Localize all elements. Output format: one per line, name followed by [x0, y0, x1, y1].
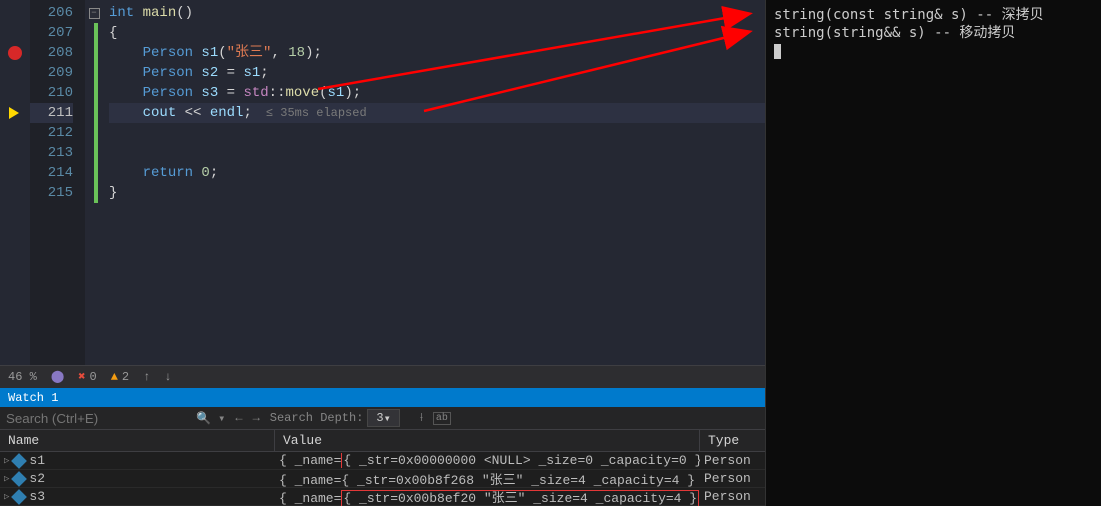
watch-var-type: Person [700, 453, 765, 468]
expand-icon[interactable]: ▷ [4, 492, 9, 502]
line-number[interactable]: 210 [30, 83, 73, 103]
expand-icon[interactable]: ▷ [4, 456, 9, 466]
code-line[interactable]: Person s2 = s1; [109, 63, 765, 83]
watch-var-value: { _name={ _str=0x00b8ef20 "张三" _size=4 _… [275, 487, 700, 506]
no-issues-icon: ⬤ [51, 369, 64, 384]
search-icon[interactable]: 🔍 ▾ [196, 411, 225, 426]
console-line: string(string&& s) -- 移动拷贝 [774, 24, 1093, 42]
watch-search-bar: 🔍 ▾ ← → Search Depth: 3 ▾ ⟊ ab [0, 407, 765, 430]
line-number[interactable]: 212 [30, 123, 73, 143]
line-numbers: 206207208209210211212213214215 [30, 0, 85, 365]
watch-col-value[interactable]: Value [275, 430, 700, 451]
warnings-number: 2 [122, 370, 129, 384]
code-editor[interactable]: int main(){ Person s1("张三", 18); Person … [103, 0, 765, 365]
line-number[interactable]: 215 [30, 183, 73, 203]
nav-down-icon[interactable]: ↓ [164, 370, 171, 384]
toolbar-icon-1[interactable]: ⟊ [420, 411, 423, 425]
watch-row[interactable]: ▷ s1 { _name={ _str=0x00000000 <NULL> _siz… [0, 452, 765, 470]
watch-var-value: { _name={ _str=0x00000000 <NULL> _size=0… [275, 453, 700, 468]
search-depth-label: Search Depth: [270, 411, 364, 425]
code-line[interactable] [109, 123, 765, 143]
watch-var-name: s1 [29, 453, 45, 468]
line-number[interactable]: 211 [30, 103, 73, 123]
watch-var-name: s2 [29, 471, 45, 486]
line-number[interactable]: 206 [30, 3, 73, 23]
highlighted-value: { _str=0x00b8ef20 "张三" _size=4 _capacity… [341, 490, 699, 506]
code-line[interactable]: Person s1("张三", 18); [109, 43, 765, 63]
fold-column: − [85, 0, 103, 365]
watch-var-name: s3 [29, 489, 45, 504]
fold-toggle-icon[interactable]: − [89, 8, 100, 19]
line-number[interactable]: 207 [30, 23, 73, 43]
variable-icon [12, 471, 28, 487]
console-output: string(const string& s) -- 深拷贝string(str… [765, 0, 1101, 506]
highlighted-value: { _str=0x00000000 <NULL> _size=0 _capaci… [341, 453, 700, 468]
watch-col-type[interactable]: Type [700, 430, 765, 451]
expand-icon[interactable]: ▷ [4, 474, 9, 484]
line-number[interactable]: 209 [30, 63, 73, 83]
console-cursor [774, 44, 781, 59]
watch-row[interactable]: ▷ s2 { _name={ _str=0x00b8f268 "张三" _size=… [0, 470, 765, 488]
watch-panel-header[interactable]: Watch 1 [0, 388, 765, 407]
variable-icon [12, 489, 28, 505]
line-number[interactable]: 208 [30, 43, 73, 63]
watch-var-type: Person [700, 471, 765, 486]
breakpoint-icon[interactable] [8, 46, 22, 60]
perf-elapsed: ≤ 35ms elapsed [252, 106, 367, 120]
watch-var-type: Person [700, 489, 765, 504]
watch-var-value: { _name={ _str=0x00b8f268 "张三" _size=4 _… [275, 469, 700, 488]
code-line[interactable]: Person s3 = std::move(s1); [109, 83, 765, 103]
nav-fwd-icon[interactable]: → [253, 411, 260, 425]
errors-number: 0 [89, 370, 96, 384]
console-line: string(const string& s) -- 深拷贝 [774, 6, 1093, 24]
code-line[interactable]: int main() [109, 3, 765, 23]
nav-back-icon[interactable]: ← [235, 411, 242, 425]
watch-col-name[interactable]: Name [0, 430, 275, 451]
error-count[interactable]: ✖0 [78, 369, 96, 384]
variable-icon [12, 453, 28, 469]
search-depth-value[interactable]: 3 ▾ [367, 409, 399, 427]
watch-search-input[interactable] [6, 411, 186, 426]
toolbar-icon-2[interactable]: ab [433, 412, 451, 425]
nav-up-icon[interactable]: ↑ [143, 370, 150, 384]
status-bar: 46 % ⬤ ✖0 ▲2 ↑ ↓ [0, 365, 765, 388]
zoom-level[interactable]: 46 % [8, 370, 37, 384]
execution-pointer-icon [9, 107, 19, 119]
line-number[interactable]: 213 [30, 143, 73, 163]
code-line[interactable]: { [109, 23, 765, 43]
code-line[interactable]: cout << endl;≤ 35ms elapsed [109, 103, 765, 123]
warning-count[interactable]: ▲2 [111, 370, 129, 384]
code-line[interactable]: } [109, 183, 765, 203]
code-line[interactable]: return 0; [109, 163, 765, 183]
code-line[interactable] [109, 143, 765, 163]
watch-table: Name Value Type ▷ s1 { _name={ _str=0x0000… [0, 430, 765, 506]
line-number[interactable]: 214 [30, 163, 73, 183]
gutter-markers [0, 0, 30, 365]
watch-row[interactable]: ▷ s3 { _name={ _str=0x00b8ef20 "张三" _size=… [0, 488, 765, 506]
